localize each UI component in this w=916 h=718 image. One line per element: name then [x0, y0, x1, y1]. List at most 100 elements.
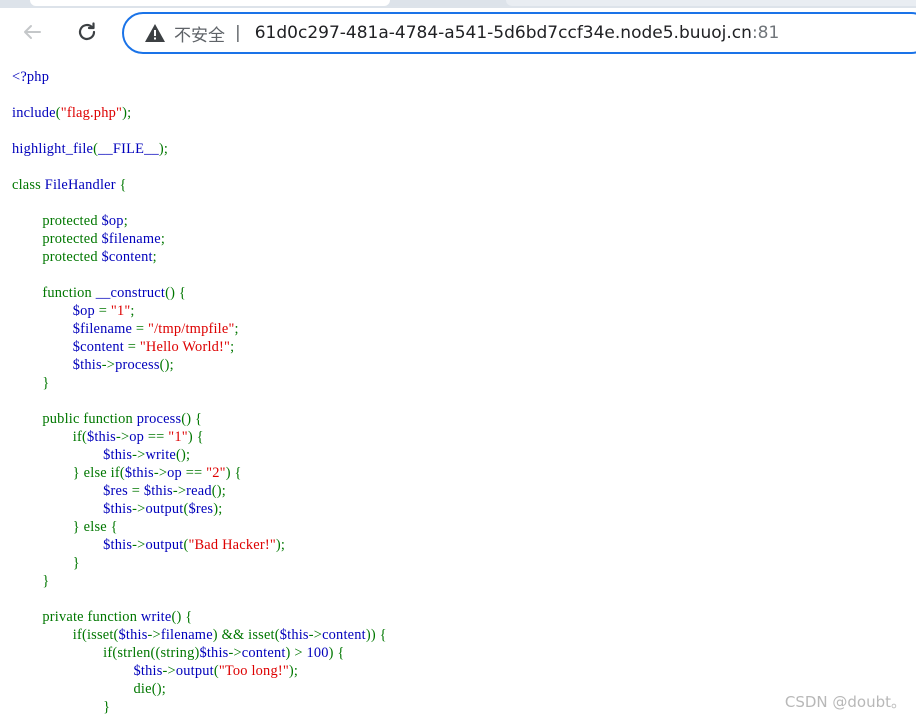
code-line: protected $op;	[12, 212, 387, 230]
address-separator: |	[235, 23, 241, 43]
code-token: if(isset(	[12, 627, 119, 643]
code-line: highlight_file(__FILE__);	[12, 140, 387, 158]
code-token: output	[145, 501, 184, 517]
code-token: class	[12, 177, 45, 193]
code-token: ;	[230, 339, 235, 355]
code-token: ->	[132, 537, 146, 553]
code-line: $this->output("Bad Hacker!");	[12, 536, 387, 554]
code-line: if(isset($this->filename) && isset($this…	[12, 626, 387, 644]
code-line: <?php	[12, 68, 387, 86]
code-token: =	[127, 339, 140, 355]
tab-active[interactable]	[30, 0, 390, 6]
code-line: } else {	[12, 518, 387, 536]
tab-inactive[interactable]	[506, 0, 916, 6]
code-token: }	[12, 555, 80, 571]
code-token: $res	[188, 501, 214, 517]
code-token: ;	[123, 213, 128, 229]
code-token: $this	[124, 465, 154, 481]
code-line: function __construct() {	[12, 284, 387, 302]
code-token: ->	[147, 627, 161, 643]
code-token: include	[12, 105, 56, 121]
code-token: $content	[101, 249, 153, 265]
code-token: ->	[153, 465, 168, 481]
code-line: $this->output("Too long!");	[12, 662, 387, 680]
code-token: ) {	[225, 465, 242, 481]
code-token: $this	[86, 429, 116, 445]
code-token: } else if(	[12, 465, 125, 481]
code-token: if(strlen((string)	[12, 645, 200, 661]
warning-triangle-icon[interactable]	[144, 22, 168, 44]
code-line: $res = $this->read();	[12, 482, 387, 500]
code-token: filename	[160, 627, 213, 643]
code-token: process	[136, 411, 182, 427]
code-token: 100	[306, 645, 329, 661]
code-line: if(strlen((string)$this->content) > 100)…	[12, 644, 387, 662]
code-token: output	[175, 663, 214, 679]
code-token: ) {	[328, 645, 345, 661]
code-token: op	[129, 429, 148, 445]
code-token: $this	[12, 537, 133, 553]
code-token: ==	[185, 465, 207, 481]
code-token: } else {	[12, 519, 118, 535]
code-token: $this	[12, 663, 163, 679]
code-token: "2"	[206, 465, 226, 481]
code-token: $res	[12, 483, 132, 499]
code-line: $content = "Hello World!";	[12, 338, 387, 356]
code-token: highlight_file	[12, 141, 94, 157]
code-token: "flag.php"	[60, 105, 123, 121]
code-token: $content	[12, 339, 128, 355]
code-line: }	[12, 698, 387, 716]
code-token: =	[131, 483, 144, 499]
code-token: ;	[234, 321, 239, 337]
code-token: =	[98, 303, 111, 319]
browser-window: 不安全 | 61d0c297-481a-4784-a541-5d6bd7ccf3…	[0, 0, 916, 718]
code-token: $this	[279, 627, 309, 643]
back-button[interactable]	[18, 18, 46, 46]
code-token: ) {	[187, 429, 204, 445]
code-line: $this->write();	[12, 446, 387, 464]
code-token: protected	[12, 213, 102, 229]
code-token: ;	[160, 231, 166, 247]
back-arrow-icon	[24, 25, 41, 39]
code-token: ->	[132, 447, 146, 463]
url-host[interactable]: 61d0c297-481a-4784-a541-5d6bd7ccf34e.nod…	[255, 23, 752, 43]
code-token: () {	[165, 285, 186, 301]
url-port[interactable]: :81	[752, 23, 779, 43]
code-token: content	[241, 645, 286, 661]
code-token: ;	[130, 303, 135, 319]
code-token: private function	[12, 609, 141, 625]
code-token: ->	[162, 663, 176, 679]
code-token: () {	[171, 609, 193, 625]
code-token: write	[140, 609, 172, 625]
code-token: die();	[12, 681, 166, 697]
code-token: ();	[211, 483, 226, 499]
code-token: {	[119, 177, 127, 193]
code-token: ==	[147, 429, 169, 445]
code-token: $filename	[12, 321, 136, 337]
address-bar[interactable]: 不安全 | 61d0c297-481a-4784-a541-5d6bd7ccf3…	[122, 12, 916, 54]
reload-button[interactable]	[73, 18, 101, 46]
code-token: =	[135, 321, 149, 337]
code-token: write	[145, 447, 177, 463]
code-token: $this	[12, 357, 102, 373]
code-line: protected $filename;	[12, 230, 387, 248]
code-token: __construct	[95, 285, 166, 301]
code-token: $this	[118, 627, 148, 643]
code-token: $this	[12, 501, 133, 517]
security-status-label[interactable]: 不安全	[174, 21, 225, 46]
code-token: ();	[159, 357, 174, 373]
code-token: }	[12, 573, 50, 589]
code-token: ->	[172, 483, 187, 499]
code-token: ->	[228, 645, 242, 661]
code-token: ;	[152, 249, 157, 265]
csdn-watermark: CSDN @doubt。	[784, 693, 906, 711]
code-line: if($this->op == "1") {	[12, 428, 387, 446]
code-token: if(	[12, 429, 87, 445]
tab-strip	[0, 0, 916, 8]
php-source-code: <?php include("flag.php"); highlight_file(…	[12, 68, 387, 716]
code-token: "1"	[110, 303, 131, 319]
code-token: ->	[132, 501, 146, 517]
code-token: );	[213, 501, 223, 517]
